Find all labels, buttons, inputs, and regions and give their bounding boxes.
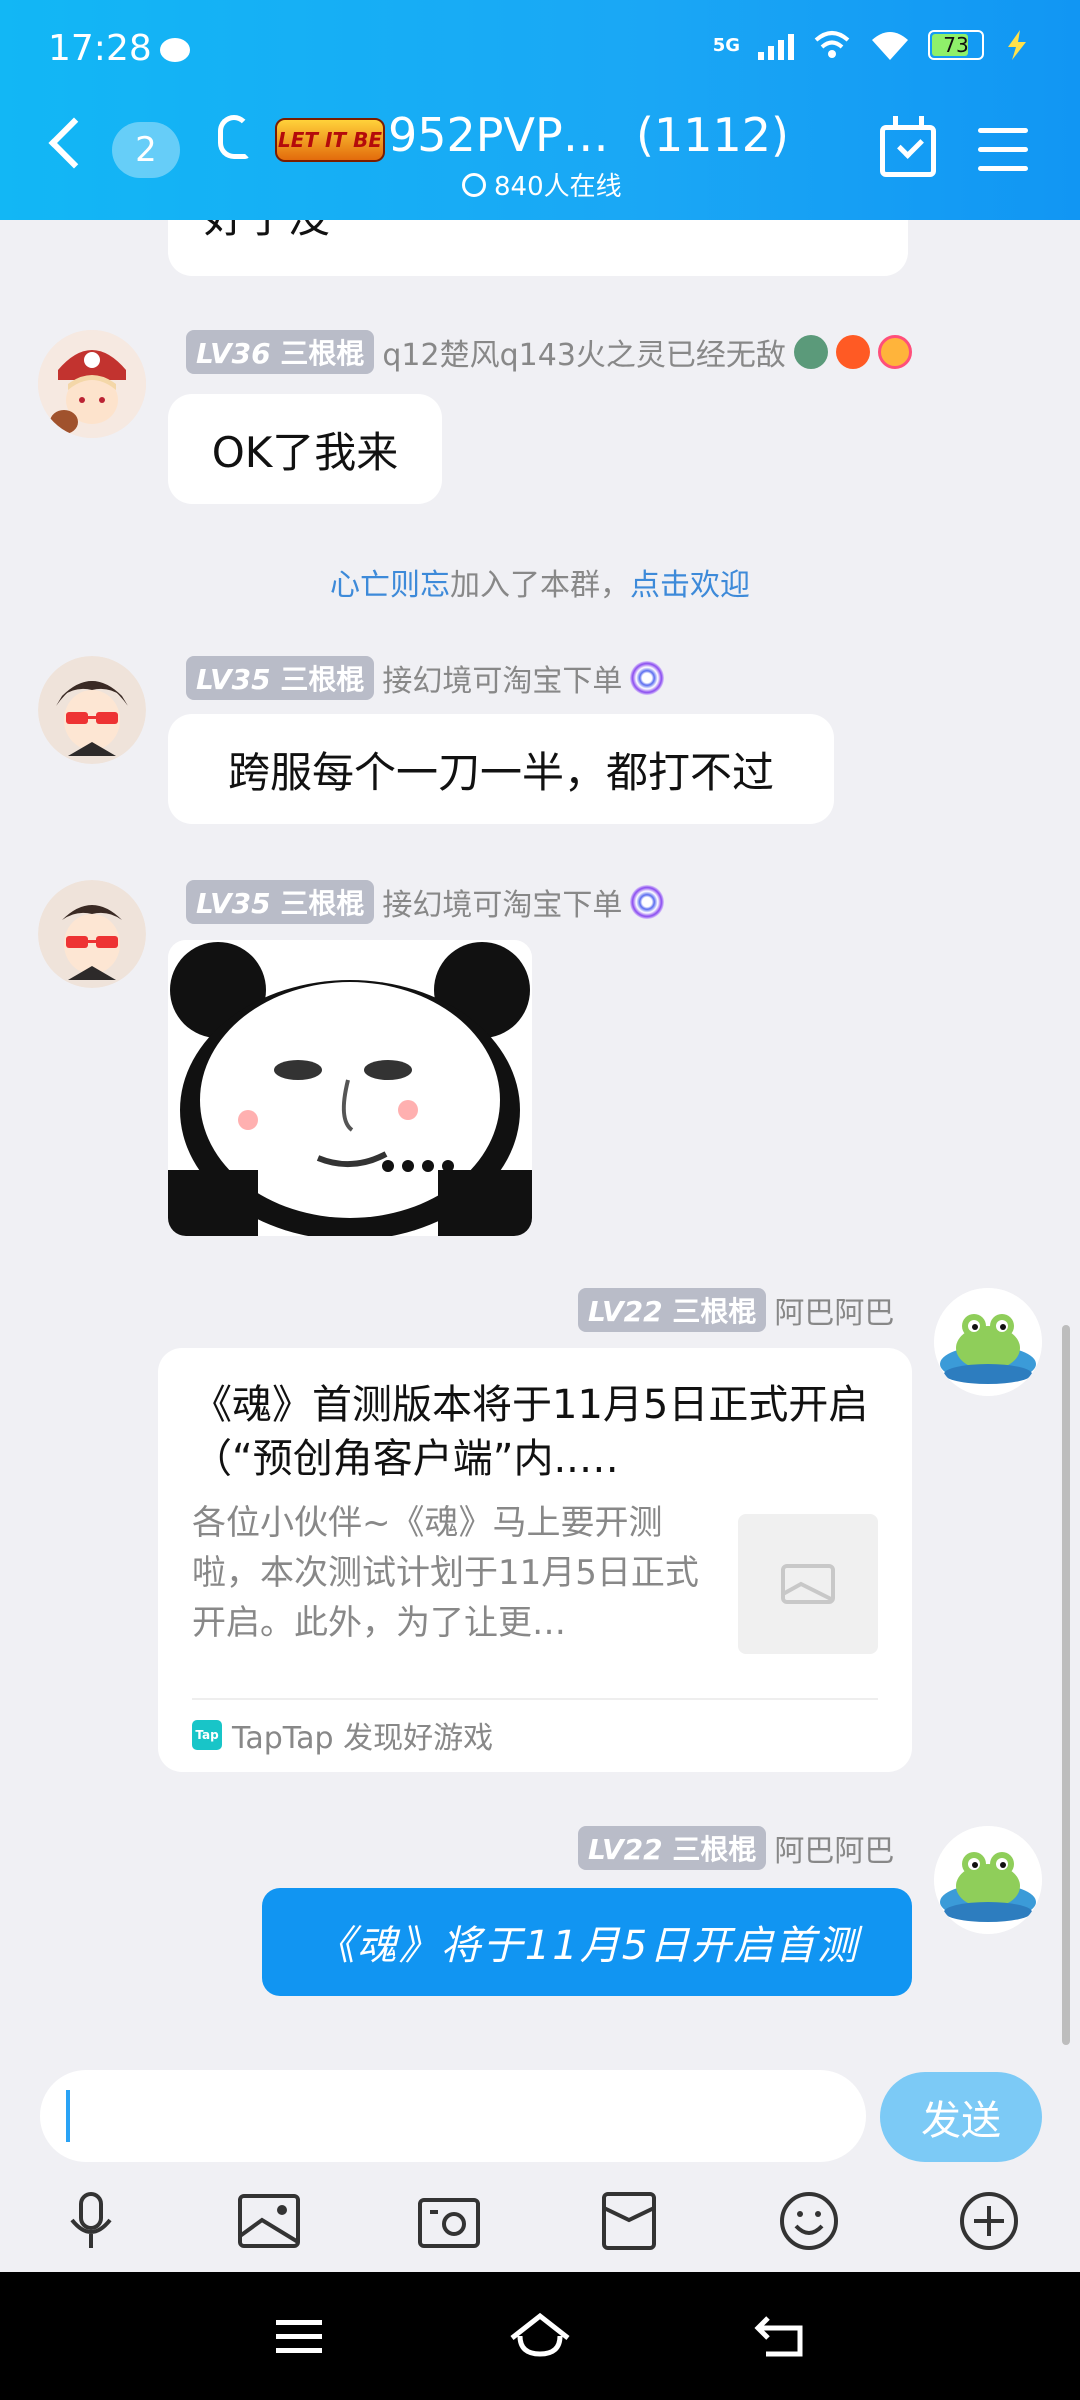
avatar[interactable] (38, 330, 146, 438)
wifi-icon (872, 32, 908, 60)
battery-icon: 73 (928, 30, 984, 60)
fire-badge-icon (835, 335, 870, 369)
system-navigation-bar (0, 2272, 1080, 2400)
joined-user-link[interactable]: 心亡则忘 (330, 568, 450, 603)
back-icon[interactable] (752, 2312, 808, 2360)
message-bubble[interactable]: 好了没 (168, 220, 908, 276)
group-logo: LET IT BE (275, 118, 385, 162)
calendar-icon[interactable] (880, 116, 936, 177)
level-badge: LV35 三根棍 (186, 656, 375, 700)
level-badge: LV35 三根棍 (186, 880, 375, 924)
taptap-logo: Tap (192, 1720, 222, 1750)
plus-icon[interactable] (956, 2190, 1022, 2252)
spiral-badge-icon (630, 885, 665, 919)
message-input[interactable] (40, 2070, 866, 2162)
avatar[interactable] (934, 1288, 1042, 1396)
status-time: 17:28 (48, 28, 152, 69)
online-icon (462, 172, 486, 197)
emoji-icon[interactable] (776, 2190, 842, 2252)
message-notification-icon (160, 38, 190, 62)
member-count[interactable]: (1112) (636, 108, 789, 162)
sender-info: LV36 三根棍 q12楚风q143火之灵已经无敌 (186, 330, 912, 374)
message-bubble[interactable]: 跨服每个一刀一半，都打不过 (168, 714, 834, 824)
send-button[interactable]: 发送 (880, 2072, 1042, 2162)
own-message-bubble[interactable]: 《魂》将于11月5日开启首测 (262, 1888, 912, 1996)
charging-icon (1008, 30, 1026, 60)
sender-info: LV22 三根棍 阿巴阿巴 (578, 1826, 894, 1870)
panda-sticker-image[interactable] (168, 940, 532, 1236)
sender-name[interactable]: 阿巴阿巴 (774, 1826, 894, 1870)
level-badge: LV22 三根棍 (578, 1826, 767, 1870)
message-bubble[interactable]: OK了我来 (168, 394, 442, 504)
status-icons: 5G 73 (713, 30, 1032, 60)
menu-icon[interactable] (272, 2312, 328, 2360)
scrollbar[interactable] (1062, 1325, 1070, 2045)
sender-info: LV35 三根棍 接幻境可淘宝下单 (186, 656, 665, 700)
system-join-notice: 心亡则忘加入了本群，点击欢迎 (330, 568, 750, 603)
text-cursor (66, 2090, 70, 2142)
back-button[interactable] (48, 117, 100, 169)
sender-name[interactable]: q12楚风q143火之灵已经无敌 (382, 330, 786, 374)
sender-name[interactable]: 接幻境可淘宝下单 (382, 656, 622, 700)
earpiece-mode-icon[interactable] (218, 115, 250, 159)
unread-count-badge[interactable]: 2 (112, 122, 180, 178)
level-badge: LV22 三根棍 (578, 1288, 767, 1332)
group-menu-icon[interactable] (978, 128, 1028, 172)
online-status: 840人在线 (462, 166, 622, 203)
image-icon[interactable] (236, 2190, 302, 2252)
sender-name[interactable]: 接幻境可淘宝下单 (382, 880, 622, 924)
wifi-hotspot-icon (814, 31, 850, 58)
home-icon[interactable] (508, 2312, 570, 2360)
input-toolbar (0, 2170, 1080, 2270)
image-placeholder-icon (738, 1514, 878, 1654)
avatar[interactable] (934, 1826, 1042, 1934)
welcome-link[interactable]: 点击欢迎 (630, 568, 750, 603)
sender-info: LV35 三根棍 接幻境可淘宝下单 (186, 880, 665, 924)
smile-badge-icon (877, 335, 912, 369)
sender-info: LV22 三根棍 阿巴阿巴 (578, 1288, 894, 1332)
chat-message-list[interactable]: 好了没 LV36 三根棍 q12楚风q143火之灵已经无敌 OK了我来 心亡则忘… (0, 220, 1080, 2050)
avatar[interactable] (38, 656, 146, 764)
link-title: 《魂》首测版本将于11月5日正式开启（“预创角客户端”内..… (192, 1382, 869, 1482)
sender-name[interactable]: 阿巴阿巴 (774, 1288, 894, 1332)
dragon-badge-icon (793, 335, 828, 369)
spiral-badge-icon (630, 661, 665, 695)
divider (192, 1698, 878, 1700)
link-source: Tap TapTap 发现好游戏 (192, 1713, 493, 1757)
shared-link-card[interactable]: 《魂》首测版本将于11月5日正式开启（“预创角客户端”内..… 各位小伙伴~《魂… (158, 1348, 912, 1772)
avatar[interactable] (38, 880, 146, 988)
online-text: 840人在线 (494, 172, 622, 202)
red-packet-icon[interactable] (596, 2190, 662, 2252)
signal-icon (758, 30, 794, 60)
chat-header: 17:28 5G 73 2 LET IT BE 952PVP… (1112) 8… (0, 0, 1080, 220)
network-label: 5G (712, 34, 740, 56)
level-badge: LV36 三根棍 (186, 330, 375, 374)
microphone-icon[interactable] (58, 2190, 124, 2252)
link-description: 各位小伙伴~《魂》马上要开测啦，本次测试计划于11月5日正式开启。此外，为了让更… (192, 1503, 699, 1643)
camera-icon[interactable] (416, 2190, 482, 2252)
group-name[interactable]: 952PVP… (388, 108, 609, 162)
